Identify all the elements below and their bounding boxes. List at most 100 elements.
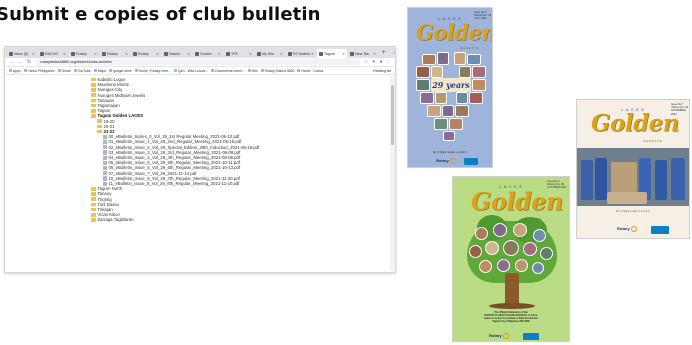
menu-icon[interactable]: ⋮: [387, 59, 392, 65]
folder-icon: [91, 202, 96, 207]
profile-icon[interactable]: ●: [380, 59, 383, 65]
tab-title: New Tab: [355, 51, 369, 56]
reload-icon[interactable]: ↻: [27, 58, 31, 67]
browser-tab[interactable]: My Dist ✕: [255, 49, 285, 58]
browser-tab[interactable]: Rotary ✕: [69, 49, 99, 58]
address-bar[interactable]: rotarydistrict3860.org/district/clubs-bu…: [35, 59, 360, 65]
rotary-wheel-icon: [630, 226, 637, 232]
tab-favicon-icon: [319, 51, 323, 56]
bookmark-favicon-icon: [134, 69, 138, 72]
bookmark-favicon-icon: [297, 69, 301, 72]
pdf-file-icon: [103, 145, 107, 150]
tab-title: Rotary: [76, 51, 87, 56]
close-icon[interactable]: ✕: [156, 52, 159, 56]
reading-list-button[interactable]: Reading list: [373, 69, 391, 73]
bookmark-item[interactable]: Rotary District 3860: [260, 68, 295, 73]
anniversary-label: 29 years: [432, 80, 470, 90]
close-icon[interactable]: ✕: [32, 52, 35, 56]
browser-tab[interactable]: New Tab ✕: [348, 49, 378, 58]
scroll-thumb[interactable]: [391, 85, 394, 145]
row-label: Zarraga Tagbilaran: [97, 217, 134, 223]
tab-favicon-icon: [288, 51, 292, 56]
browser-tab[interactable]: Rotary ✕: [100, 49, 130, 58]
bookmarks-bar: Apps Yahoo Philippines Gmail YouTube Maps goo…: [5, 67, 395, 75]
tab-title: RC Bulletin: [293, 51, 310, 56]
browser-toolbar: ← → ↻ rotarydistrict3860.org/district/cl…: [5, 58, 395, 67]
cover-issue-info: Issue No.0 Volume No. 29 JULY 2021: [474, 11, 492, 21]
browser-tab[interactable]: TRF ✕: [224, 49, 254, 58]
forward-icon[interactable]: →: [18, 58, 23, 67]
rotary-wheel-icon: [502, 333, 509, 339]
pdf-file-icon: [103, 176, 107, 181]
bookmark-label: Rotary District 3860: [264, 68, 295, 73]
pdf-file-icon: [103, 150, 107, 155]
bookmark-favicon-icon: [173, 69, 177, 72]
close-icon[interactable]: ✕: [125, 52, 128, 56]
bookmark-item[interactable]: Apps: [9, 69, 21, 73]
folder-row[interactable]: Zarraga Tagbilaran: [91, 217, 395, 222]
tab-title: TRF: [231, 51, 238, 56]
bookmark-item[interactable]: Home | Rotary Inter...: [134, 69, 171, 73]
close-icon[interactable]: ✕: [249, 52, 252, 56]
serve-to-change-lives-logo: [651, 226, 669, 234]
bookmark-item[interactable]: Gmail: [57, 68, 71, 73]
tab-title: Rotary: [107, 51, 118, 56]
tab-favicon-icon: [195, 51, 199, 56]
bookmark-label: Gmail: [61, 68, 71, 73]
folder-icon: [91, 109, 96, 113]
folder-icon: [91, 88, 96, 92]
bookmark-item[interactable]: Q&n - Wsd Lusoor...: [173, 69, 208, 73]
browser-tab[interactable]: RC Bulletin ✕: [286, 49, 316, 58]
scrollbar[interactable]: [390, 75, 395, 271]
tab-favicon-icon: [226, 51, 230, 56]
folder-icon: [91, 103, 96, 108]
cover-title: Golden: [416, 20, 493, 45]
cover-subtitle: GAZETTE: [643, 139, 663, 143]
tab-title: Golden: [200, 51, 212, 56]
extensions-icon[interactable]: ✦: [372, 59, 376, 65]
star-icon[interactable]: ☆: [364, 59, 368, 65]
browser-tab[interactable]: District ✕: [162, 49, 192, 58]
close-icon[interactable]: ✕: [373, 52, 376, 56]
new-tab-icon[interactable]: +: [379, 49, 389, 58]
close-icon[interactable]: ✕: [63, 52, 66, 56]
back-icon[interactable]: ←: [9, 58, 14, 67]
bookmark-item[interactable]: Yahoo Philippines: [23, 68, 55, 73]
tab-favicon-icon: [133, 51, 137, 56]
browser-tab[interactable]: Golden ✕: [193, 49, 223, 58]
folder-icon: [91, 98, 96, 103]
bookmark-item[interactable]: Documents Intern...: [211, 69, 245, 73]
close-icon[interactable]: ✕: [311, 52, 314, 56]
bulletin-cover-1: L.A.C.E.S Golden GAZETTE Issue No.0 Volum…: [407, 7, 493, 168]
rotary-logo: Rotary: [617, 226, 637, 232]
rotary-logo: Rotary: [489, 333, 509, 339]
bookmark-item[interactable]: Wix: [247, 68, 258, 73]
bookmark-label: Documents Intern...: [215, 68, 245, 73]
bookmark-item[interactable]: google drive: [109, 69, 132, 73]
bookmark-favicon-icon: [73, 69, 77, 72]
bookmark-item[interactable]: Maps: [93, 69, 106, 73]
rotary-wheel-icon: [449, 158, 456, 164]
close-icon[interactable]: ✕: [94, 52, 97, 56]
cover-issue-info: Issue No.4 Volume No. 29 OCTOBER 2021: [547, 180, 567, 190]
tab-favicon-icon: [257, 51, 261, 56]
bookmark-favicon-icon: [9, 69, 12, 72]
bookmark-item[interactable]: YouTube: [73, 69, 91, 73]
browser-tab[interactable]: RACOG ✕: [38, 49, 68, 58]
browser-tab[interactable]: Rotary ✕: [131, 49, 161, 58]
pdf-file-icon: [103, 165, 107, 171]
browser-tab[interactable]: Tagum ✕: [317, 49, 347, 58]
bookmark-favicon-icon: [211, 69, 215, 72]
close-icon[interactable]: ✕: [187, 52, 190, 56]
close-icon[interactable]: ✕: [218, 52, 221, 56]
cover-footer: RC of Tagum Golden L.A.C.E.S.: [432, 151, 468, 154]
window-minimize-button[interactable]: –: [394, 49, 395, 58]
close-icon[interactable]: ✕: [280, 52, 283, 56]
bookmark-favicon-icon: [23, 69, 27, 72]
bookmark-label: Wix: [251, 68, 258, 73]
close-icon[interactable]: ✕: [342, 52, 345, 56]
serve-to-change-lives-logo: [523, 333, 539, 340]
bookmark-item[interactable]: Home - Canva: [297, 69, 323, 73]
cover-footer: RC of Tagum Golden L.A.C.E.S.: [615, 210, 651, 213]
bookmark-label: Yahoo Philippines: [27, 68, 55, 73]
